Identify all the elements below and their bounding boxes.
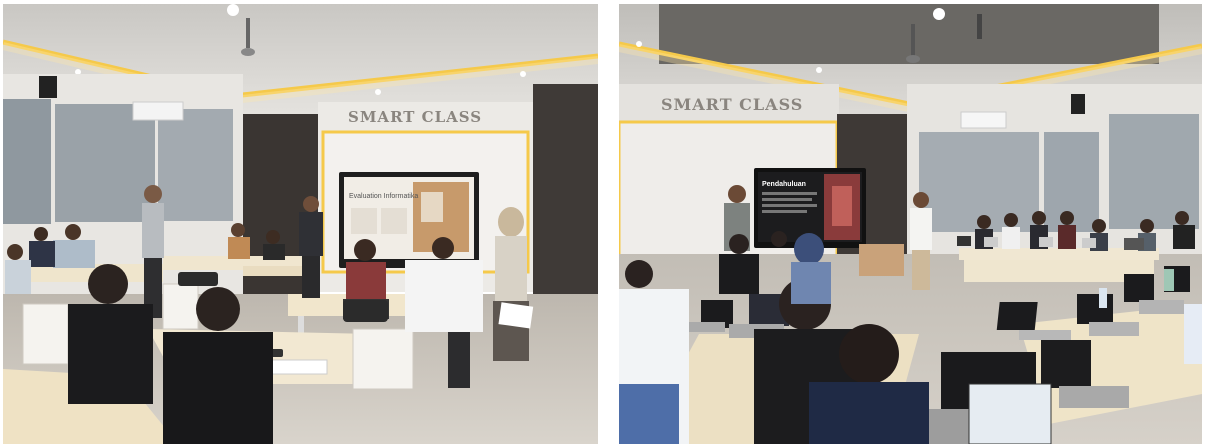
slide-title: Pendahuluan: [762, 181, 806, 188]
speaker: [39, 76, 57, 98]
window-blind: [55, 104, 155, 222]
curtain-right: [533, 84, 598, 329]
projector-mount: [246, 18, 250, 48]
classroom-scene-left: SMART CLASS Evaluation Informatika: [3, 4, 598, 444]
air-conditioner: [960, 111, 1007, 129]
ceiling-recess: [659, 4, 1159, 64]
chair: [352, 328, 414, 390]
projector-mount: [911, 24, 915, 56]
water-bottle: [1099, 288, 1107, 308]
student-seated: [354, 239, 376, 261]
person-standing: [913, 192, 929, 208]
person-standing: [144, 185, 162, 203]
slide-title: Evaluation Informatika: [349, 193, 418, 200]
person-standing: [728, 185, 746, 203]
classroom-photo-right: SMART CLASS Pendahuluan: [619, 4, 1202, 444]
student-seated: [88, 264, 128, 304]
speaker: [1071, 94, 1085, 114]
bag: [343, 300, 388, 322]
classroom-scene-right: SMART CLASS Pendahuluan: [619, 4, 1202, 444]
paper: [270, 359, 328, 375]
ceiling-light: [933, 8, 945, 20]
classroom-photo-left: SMART CLASS Evaluation Informatika: [3, 4, 598, 444]
smart-class-sign: SMART CLASS: [661, 95, 803, 114]
student-seated: [196, 287, 240, 331]
ceiling-light: [227, 4, 239, 16]
boxes: [859, 244, 904, 276]
air-conditioner: [132, 101, 184, 121]
smart-class-sign: SMART CLASS: [348, 108, 482, 126]
student-seated: [432, 237, 454, 259]
window-blind: [919, 132, 1039, 232]
person-standing: [303, 196, 319, 212]
person-hijab: [498, 207, 524, 237]
